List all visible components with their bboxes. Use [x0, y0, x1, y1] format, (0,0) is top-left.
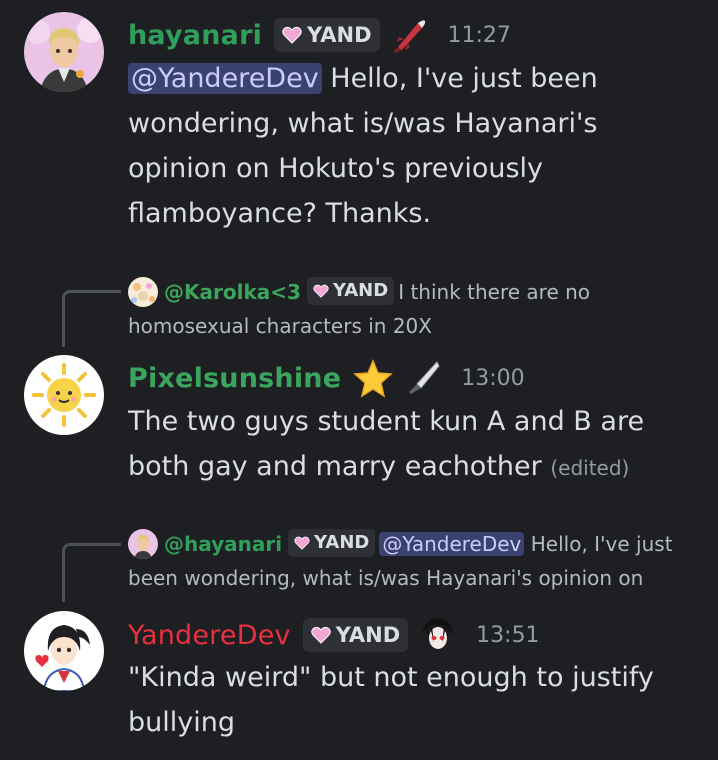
message-header: Pixelsunshine 13:00: [128, 358, 525, 398]
message-content: "Kinda weird" but not enough to justify …: [128, 655, 688, 745]
reply-avatar: [128, 529, 158, 559]
reply-avatar: [128, 277, 158, 307]
reply-username[interactable]: @Karolka<3: [164, 280, 301, 304]
reply-preview[interactable]: @Karolka<3 YAND I think there are no homos…: [128, 275, 708, 343]
avatar[interactable]: [24, 355, 104, 435]
username[interactable]: YandereDev: [128, 620, 291, 651]
reply-server-tag: YAND: [306, 277, 395, 305]
heart-icon: [310, 626, 331, 644]
reply-server-tag-label: YAND: [314, 532, 370, 553]
server-tag[interactable]: YAND: [274, 18, 380, 52]
timestamp[interactable]: 13:51: [476, 623, 539, 648]
message-header: YandereDev YAND 13:51: [128, 615, 540, 655]
heart-icon: [294, 536, 310, 550]
server-tag[interactable]: YAND: [302, 618, 409, 652]
edited-label[interactable]: (edited): [550, 456, 629, 480]
rocket-icon[interactable]: [390, 15, 430, 55]
reply-spine: [62, 543, 121, 602]
timestamp[interactable]: 13:00: [461, 366, 524, 391]
reply-spine: [62, 290, 121, 347]
server-tag-label: YAND: [335, 623, 401, 647]
reply-mention[interactable]: @YandereDev: [379, 532, 525, 556]
user-mention[interactable]: @YandereDev: [128, 63, 322, 94]
timestamp[interactable]: 11:27: [448, 23, 511, 48]
anime-face-icon[interactable]: [418, 615, 459, 655]
reply-server-tag: YAND: [288, 529, 376, 557]
message-content: The two guys student kun A and B are bot…: [128, 399, 688, 491]
avatar[interactable]: [24, 12, 104, 92]
heart-icon: [282, 26, 302, 44]
reply-server-tag-label: YAND: [332, 280, 389, 301]
server-tag-label: YAND: [307, 23, 372, 47]
message-text: "Kinda weird" but not enough to justify …: [128, 662, 654, 738]
star-icon: [353, 359, 394, 398]
heart-icon: [313, 284, 329, 298]
message-header: hayanari YAND 11:27: [128, 15, 511, 55]
reply-preview[interactable]: @hayanari YAND @YandereDev Hello, I've jus…: [128, 527, 708, 595]
username[interactable]: Pixelsunshine: [128, 363, 341, 394]
message-content: @YandereDev Hello, I've just been wonder…: [128, 56, 688, 236]
avatar[interactable]: [24, 611, 104, 691]
reply-username[interactable]: @hayanari: [164, 532, 282, 556]
knife-icon[interactable]: [403, 358, 443, 398]
username[interactable]: hayanari: [128, 20, 262, 51]
